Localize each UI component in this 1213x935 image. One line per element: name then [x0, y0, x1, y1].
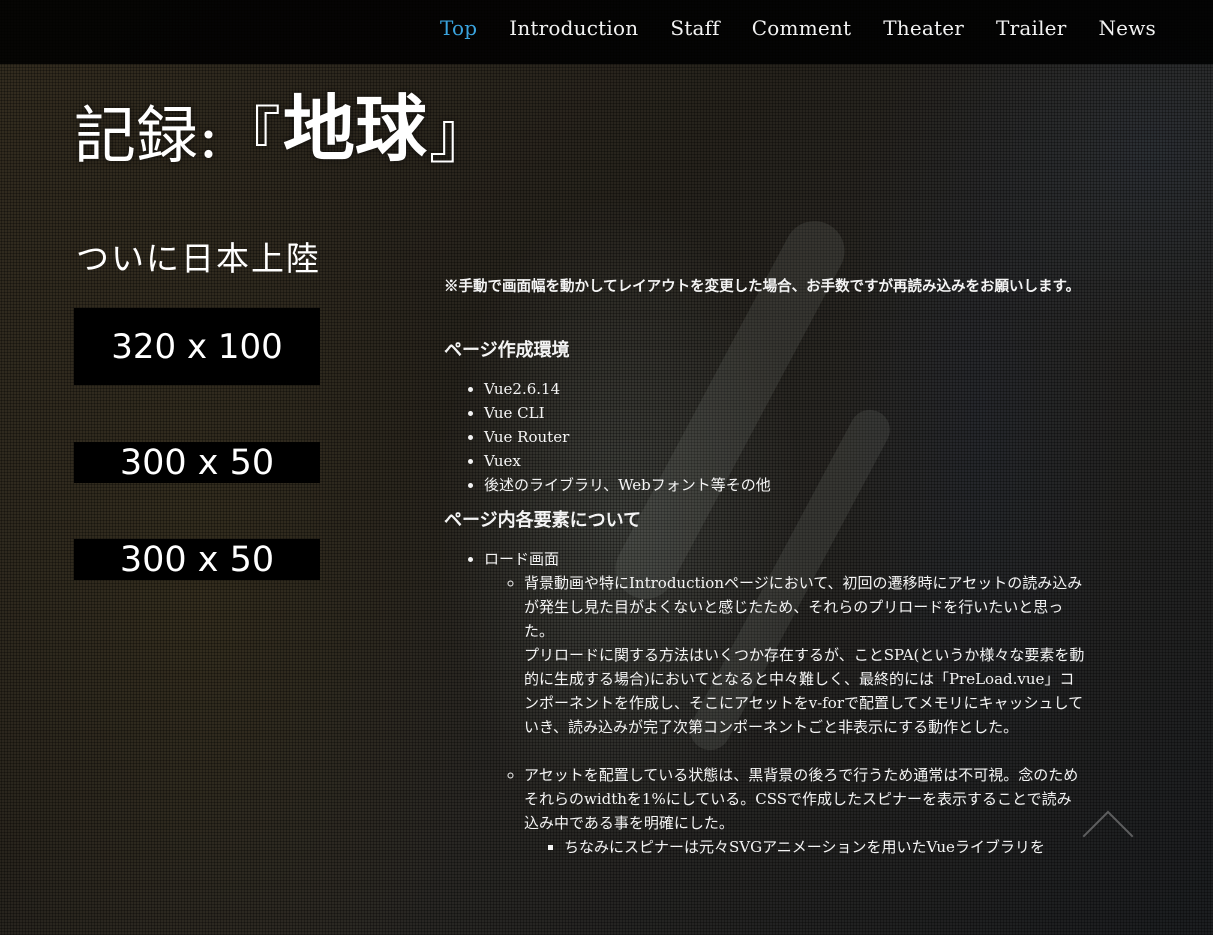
list-item: ロード画面 背景動画や特にIntroductionページにおいて、初回の遷移時に… — [484, 547, 1086, 859]
ad-banner-300x50[interactable]: 300 x 50 — [74, 539, 320, 580]
nav-item-news[interactable]: News — [1098, 16, 1156, 40]
nav-links: Top Introduction Staff Comment Theater T… — [440, 16, 1156, 40]
nav-item-theater[interactable]: Theater — [883, 16, 964, 40]
logo-title: 地球 — [282, 86, 427, 171]
list-item: Vue2.6.14 — [484, 377, 1086, 401]
spinner-sublist: ちなみにスピナーは元々SVGアニメーションを用いたVueライブラリを — [524, 835, 1086, 859]
scroll-to-top-chevron-icon[interactable] — [1082, 810, 1134, 862]
list-item: ちなみにスピナーは元々SVGアニメーションを用いたVueライブラリを — [564, 835, 1086, 859]
paragraph: 背景動画や特にIntroductionページにおいて、初回の遷移時にアセットの読… — [524, 574, 1083, 640]
elements-list: ロード画面 背景動画や特にIntroductionページにおいて、初回の遷移時に… — [444, 547, 1086, 859]
top-navigation-bar: Top Introduction Staff Comment Theater T… — [0, 0, 1213, 64]
loading-screen-sublist: 背景動画や特にIntroductionページにおいて、初回の遷移時にアセットの読… — [484, 571, 1086, 859]
logo-open-bracket: 『 — [218, 99, 281, 172]
reload-notice: ※手動で画面幅を動かしてレイアウトを変更した場合、お手数ですが再読み込みをお願い… — [444, 278, 1081, 295]
list-item: 後述のライブラリ、Webフォント等その他 — [484, 473, 1086, 497]
nav-item-top[interactable]: Top — [440, 16, 477, 40]
list-item: Vue Router — [484, 425, 1086, 449]
list-item: アセットを配置している状態は、黒背景の後ろで行うため通常は不可視。念のためそれら… — [524, 763, 1086, 859]
list-item: 背景動画や特にIntroductionページにおいて、初回の遷移時にアセットの読… — [524, 571, 1086, 763]
list-item-label: ロード画面 — [484, 550, 560, 568]
main-content: ※手動で画面幅を動かしてレイアウトを変更した場合、お手数ですが再読み込みをお願い… — [444, 275, 1086, 859]
logo-close-bracket: 』 — [428, 99, 491, 172]
logo-prefix: 記録: — [74, 99, 219, 172]
nav-item-trailer[interactable]: Trailer — [996, 16, 1066, 40]
ad-banner-300x50[interactable]: 300 x 50 — [74, 442, 320, 483]
site-logo[interactable]: 記録: 『 地球 』 — [74, 70, 491, 175]
environment-list: Vue2.6.14 Vue CLI Vue Router Vuex 後述のライブ… — [444, 377, 1086, 497]
nav-item-staff[interactable]: Staff — [670, 16, 719, 40]
nav-item-introduction[interactable]: Introduction — [509, 16, 638, 40]
paragraph: アセットを配置している状態は、黒背景の後ろで行うため通常は不可視。念のためそれら… — [524, 766, 1079, 832]
tagline: ついに日本上陸 — [76, 239, 321, 278]
section-heading-elements: ページ内各要素について — [444, 510, 642, 531]
paragraph: プリロードに関する方法はいくつか存在するが、ことSPA(というか様々な要素を動的… — [524, 646, 1085, 736]
section-heading-environment: ページ作成環境 — [444, 340, 570, 361]
ad-banner-320x100[interactable]: 320 x 100 — [74, 308, 320, 385]
list-item: Vue CLI — [484, 401, 1086, 425]
nav-item-comment[interactable]: Comment — [752, 16, 851, 40]
list-item: Vuex — [484, 449, 1086, 473]
